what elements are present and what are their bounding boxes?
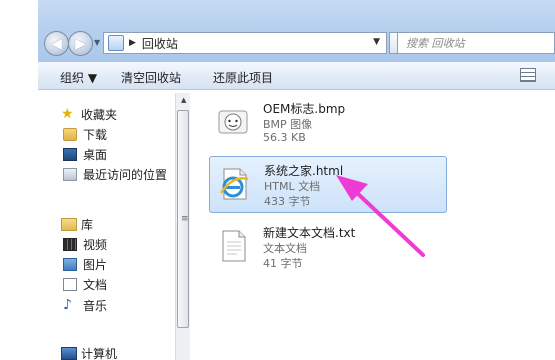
sidebar-item-computer[interactable]: 计算机: [61, 345, 117, 360]
sidebar-item-label: 库: [81, 218, 94, 232]
recent-pages-dropdown-icon[interactable]: ▼: [94, 38, 100, 47]
computer-icon: [61, 347, 77, 360]
sidebar-item-videos[interactable]: 视频: [63, 236, 107, 253]
file-type: HTML 文档: [264, 180, 321, 193]
view-options-icon[interactable]: [520, 68, 536, 82]
sidebar-item-label: 音乐: [83, 299, 108, 313]
sidebar-item-label: 视频: [83, 238, 108, 252]
desktop-background: [0, 0, 38, 360]
file-type: 文本文档: [263, 242, 307, 255]
forward-arrow-icon: ▶: [75, 35, 86, 52]
libraries-icon: [61, 218, 77, 231]
downloads-folder-icon: [63, 128, 77, 141]
back-arrow-icon: ◀: [51, 35, 62, 52]
file-size: 433 字节: [264, 195, 311, 208]
file-item-new-text-doc[interactable]: 新建文本文档.txt 文本文档 41 字节: [209, 219, 447, 276]
sidebar-item-label: 最近访问的位置: [83, 168, 168, 182]
scrollbar-grip-icon: ≡: [181, 214, 189, 224]
breadcrumb-chevron-icon[interactable]: ▶: [129, 38, 136, 48]
sidebar-item-label: 桌面: [83, 148, 108, 162]
address-dropdown-icon[interactable]: ▼: [373, 37, 380, 47]
file-size: 56.3 KB: [263, 131, 306, 144]
file-name: OEM标志.bmp: [263, 102, 346, 116]
ie-html-file-icon: [219, 168, 249, 200]
breadcrumb-recycle-bin[interactable]: 回收站: [142, 35, 178, 52]
documents-icon: [63, 278, 77, 291]
sidebar-item-music[interactable]: ♪ 音乐: [63, 297, 107, 314]
sidebar-item-documents[interactable]: 文档: [63, 276, 107, 293]
command-toolbar: [38, 62, 555, 90]
recycle-bin-small-icon: [108, 35, 124, 51]
organize-button[interactable]: 组织 ▼: [60, 69, 97, 86]
address-bar[interactable]: ▶ 回收站 ▼: [103, 32, 387, 54]
sidebar-item-label: 收藏夹: [81, 108, 118, 122]
pictures-icon: [63, 258, 77, 271]
sidebar-item-downloads[interactable]: 下载: [63, 126, 107, 143]
sidebar-item-recent-places[interactable]: 最近访问的位置: [63, 166, 167, 183]
desktop-icon: [63, 148, 77, 161]
forward-button[interactable]: ▶: [68, 31, 93, 56]
file-item-xitongzhijia-html[interactable]: 系统之家.html HTML 文档 433 字节: [209, 156, 447, 213]
sidebar-item-libraries[interactable]: 库: [61, 216, 93, 233]
sidebar-item-pictures[interactable]: 图片: [63, 256, 107, 273]
text-file-icon: [222, 230, 246, 262]
empty-recycle-bin-button[interactable]: 清空回收站: [121, 69, 181, 86]
search-input[interactable]: [398, 33, 554, 53]
restore-item-button[interactable]: 还原此项目: [213, 69, 273, 86]
star-icon: ★: [61, 106, 74, 122]
search-box[interactable]: [397, 32, 555, 54]
sidebar-item-desktop[interactable]: 桌面: [63, 146, 107, 163]
sidebar-item-label: 图片: [83, 258, 108, 272]
music-icon: ♪: [63, 297, 72, 313]
sidebar-item-label: 计算机: [81, 347, 118, 360]
sidebar-item-label: 文档: [83, 278, 108, 292]
file-type: BMP 图像: [263, 118, 313, 131]
back-button[interactable]: ◀: [44, 31, 69, 56]
file-item-oem-bmp[interactable]: OEM标志.bmp BMP 图像 56.3 KB: [209, 95, 447, 152]
bmp-file-icon: [218, 110, 248, 134]
video-icon: [63, 238, 77, 251]
sidebar-item-favorites[interactable]: ★ 收藏夹: [61, 106, 117, 123]
file-name: 系统之家.html: [264, 164, 344, 178]
sidebar-item-label: 下载: [83, 128, 108, 142]
recent-places-icon: [63, 168, 77, 181]
file-size: 41 字节: [263, 257, 303, 270]
file-name: 新建文本文档.txt: [263, 226, 356, 240]
scroll-up-icon[interactable]: ▲: [181, 96, 186, 104]
